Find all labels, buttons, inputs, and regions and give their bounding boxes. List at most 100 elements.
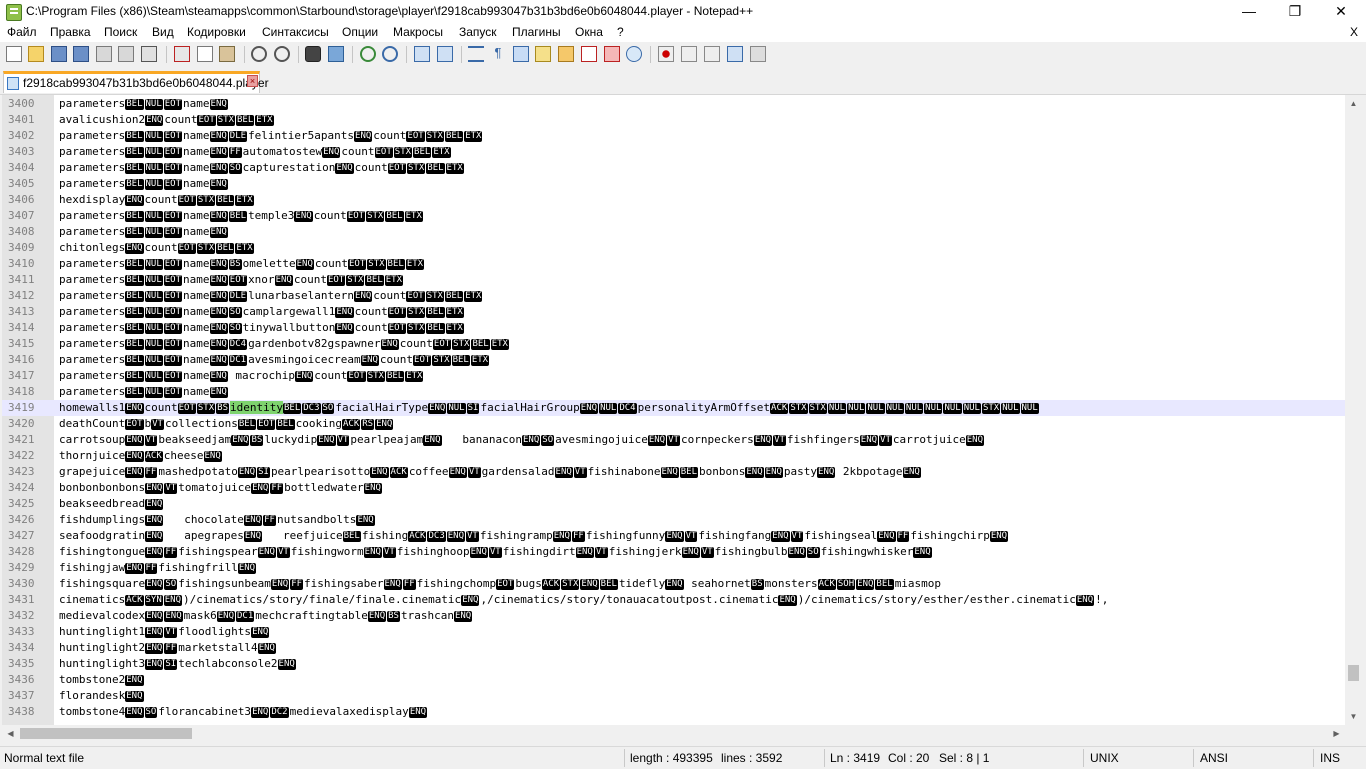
editor-line[interactable]: 3403 parametersBEL NUL EOT nameENQ FF automato… (2, 144, 1345, 160)
editor-line[interactable]: 3437 florandeskENQ (2, 688, 1345, 704)
indent-guide-icon[interactable] (513, 46, 529, 62)
menu-macros[interactable]: Макросы (393, 25, 443, 39)
editor-line[interactable]: 3434 huntinglight2ENQ FF marketstall4ENQ (2, 640, 1345, 656)
vertical-scroll-thumb[interactable] (1348, 665, 1359, 681)
editor-line[interactable]: 3402 parametersBEL NUL EOT nameENQ DLE felinti… (2, 128, 1345, 144)
scroll-down-arrow-icon[interactable]: ▼ (1345, 708, 1362, 725)
editor-line[interactable]: 3412 parametersBEL NUL EOT nameENQ DLE lunarba… (2, 288, 1345, 304)
editor-line[interactable]: 3436 tombstone2ENQ (2, 672, 1345, 688)
editor-line[interactable]: 3408 parametersBEL NUL EOT nameENQ (2, 224, 1345, 240)
menu-plugins[interactable]: Плагины (512, 25, 561, 39)
editor-line[interactable]: 3424 bonbonbonbonsENQ VT tomatojuiceENQ FF bo… (2, 480, 1345, 496)
editor-line[interactable]: 3407 parametersBEL NUL EOT nameENQ BEL temple3… (2, 208, 1345, 224)
editor-line[interactable]: 3427 seafoodgratinENQ apegrapesENQ reefju… (2, 528, 1345, 544)
scroll-right-arrow-icon[interactable]: ▶ (1328, 725, 1345, 742)
show-all-characters-icon[interactable]: ¶ (490, 46, 506, 62)
print-icon[interactable] (141, 46, 157, 62)
tab-document[interactable]: f2918cab993047b31b3bd6e0b6048044.player … (3, 71, 269, 93)
copy-icon[interactable] (197, 46, 213, 62)
horizontal-scrollbar[interactable]: ◀ ▶ (2, 725, 1345, 742)
editor-line[interactable]: 3416 parametersBEL NUL EOT nameENQ DC1 avesmin… (2, 352, 1345, 368)
editor-line[interactable]: 3401 avalicushion2ENQ countEOT STX BEL ETX (2, 112, 1345, 128)
save-icon[interactable] (51, 46, 67, 62)
editor-line[interactable]: 3425 beakseedbreadENQ (2, 496, 1345, 512)
editor-line[interactable]: 3430 fishingsquareENQ SO fishingsunbeamENQ F… (2, 576, 1345, 592)
editor-line[interactable]: 3420 deathCountEOT bVT collectionsBEL EOT BEL… (2, 416, 1345, 432)
menu-syntax[interactable]: Синтаксисы (262, 25, 329, 39)
zoom-in-icon[interactable] (360, 46, 376, 62)
editor-line[interactable]: 3423 grapejuiceENQ FF mashedpotatoENQ SI pear… (2, 464, 1345, 480)
menu-view[interactable]: Вид (152, 25, 174, 39)
stop-recording-icon[interactable] (681, 46, 697, 62)
status-encoding[interactable]: ANSI (1200, 751, 1228, 765)
menu-file[interactable]: Файл (7, 25, 37, 39)
editor-line[interactable]: 3435 huntinglight3ENQ SI techlabconsole2ENQ (2, 656, 1345, 672)
editor-line-current[interactable]: 3419 homewalls1ENQ countEOT STX BS identityBE… (2, 400, 1345, 416)
menu-search[interactable]: Поиск (104, 25, 137, 39)
user-defined-language-icon[interactable] (535, 46, 551, 62)
monitoring-icon[interactable] (626, 46, 642, 62)
vertical-scrollbar[interactable]: ▲ ▼ (1345, 95, 1362, 725)
editor-line[interactable]: 3406 hexdisplayENQ countEOT STX BEL ETX (2, 192, 1345, 208)
menu-windows[interactable]: Окна (575, 25, 603, 39)
close-file-icon[interactable] (96, 46, 112, 62)
editor-line[interactable]: 3433 huntinglight1ENQ VT floodlightsENQ (2, 624, 1345, 640)
replace-icon[interactable] (328, 46, 344, 62)
menu-edit[interactable]: Правка (50, 25, 91, 39)
horizontal-scroll-thumb[interactable] (20, 728, 192, 739)
sync-horizontal-icon[interactable] (437, 46, 453, 62)
editor-line[interactable]: 3431 cinematicsACK SYN ENQ)/cinematics/stor… (2, 592, 1345, 608)
editor-line[interactable]: 3418 parametersBEL NUL EOT nameENQ (2, 384, 1345, 400)
close-all-icon[interactable] (118, 46, 134, 62)
status-eol-format[interactable]: UNIX (1090, 751, 1119, 765)
new-file-icon[interactable] (6, 46, 22, 62)
document-map-icon[interactable] (558, 46, 574, 62)
menu-encoding[interactable]: Кодировки (187, 25, 246, 39)
redo-icon[interactable] (274, 46, 290, 62)
editor-line[interactable]: 3415 parametersBEL NUL EOT nameENQ DC4 gardenb… (2, 336, 1345, 352)
run-macro-multiple-icon[interactable] (727, 46, 743, 62)
minimize-button[interactable]: — (1226, 0, 1272, 24)
editor-line[interactable]: 3426 fishdumplingsENQ chocolateENQ FF nutsa… (2, 512, 1345, 528)
editor-line[interactable]: 3400 parametersBEL NUL EOT nameENQ (2, 96, 1345, 112)
close-document-button[interactable]: X (1350, 25, 1358, 39)
editor-line[interactable]: 3432 medievalcodexENQ ENQ mask6ENQ DC1 mechcr… (2, 608, 1345, 624)
function-list-icon[interactable] (581, 46, 597, 62)
editor-line[interactable]: 3421 carrotsoupENQ VT beakseedjamENQ BS lucky… (2, 432, 1345, 448)
editor-line[interactable]: 3417 parametersBEL NUL EOT nameENQ macrochip… (2, 368, 1345, 384)
undo-icon[interactable] (251, 46, 267, 62)
text-editor[interactable]: 3400 parametersBEL NUL EOT nameENQ 3401 avalic… (2, 95, 1345, 725)
save-all-icon[interactable] (73, 46, 89, 62)
maximize-button[interactable]: ❐ (1272, 0, 1318, 24)
editor-line[interactable]: 3422 thornjuiceENQ ACK cheeseENQ (2, 448, 1345, 464)
scroll-left-arrow-icon[interactable]: ◀ (2, 725, 19, 742)
menu-help[interactable]: ? (617, 25, 624, 39)
folder-as-workspace-icon[interactable] (604, 46, 620, 62)
close-window-button[interactable]: ✕ (1318, 0, 1364, 24)
paste-icon[interactable] (219, 46, 235, 62)
editor-line[interactable]: 3428 fishingtongueENQ FF fishingspearENQ VT f… (2, 544, 1345, 560)
word-wrap-icon[interactable] (468, 46, 484, 62)
menu-run[interactable]: Запуск (459, 25, 497, 39)
record-macro-icon[interactable] (658, 46, 674, 62)
editor-line[interactable]: 3405 parametersBEL NUL EOT nameENQ (2, 176, 1345, 192)
close-tab-icon[interactable]: × (247, 75, 258, 87)
menu-options[interactable]: Опции (342, 25, 378, 39)
cut-icon[interactable] (174, 46, 190, 62)
control-char-badge: ENQ (335, 307, 354, 318)
playback-macro-icon[interactable] (704, 46, 720, 62)
editor-line[interactable]: 3409 chitonlegsENQ countEOT STX BEL ETX (2, 240, 1345, 256)
zoom-out-icon[interactable] (382, 46, 398, 62)
scroll-up-arrow-icon[interactable]: ▲ (1345, 95, 1362, 112)
find-icon[interactable] (305, 46, 321, 62)
save-macro-icon[interactable] (750, 46, 766, 62)
sync-vertical-icon[interactable] (414, 46, 430, 62)
open-file-icon[interactable] (28, 46, 44, 62)
editor-line[interactable]: 3404 parametersBEL NUL EOT nameENQ SO captures… (2, 160, 1345, 176)
editor-line[interactable]: 3411 parametersBEL NUL EOT nameENQ EOT xnorENQ… (2, 272, 1345, 288)
editor-line[interactable]: 3438 tombstone4ENQ SO florancabinet3ENQ DC2 m… (2, 704, 1345, 720)
editor-line[interactable]: 3410 parametersBEL NUL EOT nameENQ BS omelette… (2, 256, 1345, 272)
editor-line[interactable]: 3413 parametersBEL NUL EOT nameENQ SO camplarg… (2, 304, 1345, 320)
editor-line[interactable]: 3414 parametersBEL NUL EOT nameENQ SO tinywall… (2, 320, 1345, 336)
editor-line[interactable]: 3429 fishingjawENQ FF fishingfrillENQ (2, 560, 1345, 576)
